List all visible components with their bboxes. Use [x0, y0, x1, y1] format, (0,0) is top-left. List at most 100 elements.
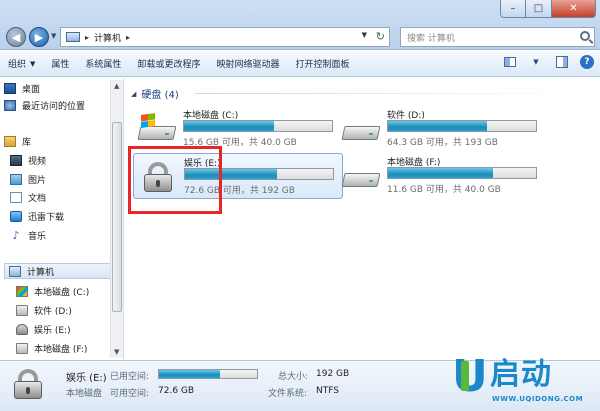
- organize-button[interactable]: 组织 ▼: [0, 53, 43, 75]
- scrollbar-thumb[interactable]: [112, 122, 122, 312]
- library-icon: [4, 135, 16, 147]
- logo-letter: U: [452, 351, 488, 402]
- chevron-down-icon: ▼: [30, 59, 36, 68]
- search-icon[interactable]: [580, 31, 590, 41]
- maximize-button[interactable]: □: [526, 0, 552, 18]
- details-drive-name: 娱乐 (E:): [66, 373, 107, 384]
- nav-recent[interactable]: 最近访问的位置: [4, 97, 85, 113]
- nav-drive-e[interactable]: 娱乐 (E:): [16, 321, 71, 337]
- chevron-down-icon: ▼: [533, 58, 539, 66]
- drive-usage-bar: [183, 120, 333, 132]
- map-drive-label: 映射网络驱动器: [216, 60, 280, 70]
- nav-drive-c-label: 本地磁盘 (C:): [34, 287, 90, 298]
- nav-drive-d-label: 软件 (D:): [34, 306, 72, 317]
- details-total-value: 192 GB: [316, 369, 350, 379]
- drive-usage-bar: [387, 120, 537, 132]
- nav-thunder-label: 迅雷下载: [28, 212, 65, 223]
- help-icon[interactable]: ?: [580, 55, 594, 69]
- nav-music-label: 音乐: [28, 231, 47, 242]
- details-usage-bar: [158, 369, 258, 379]
- search-placeholder: 搜索 计算机: [407, 33, 455, 44]
- close-button[interactable]: ✕: [552, 0, 596, 18]
- hard-drive-icon: [16, 342, 28, 354]
- hard-drive-icon: [341, 114, 381, 144]
- views-dropdown[interactable]: ▼: [528, 54, 544, 70]
- map-drive-button[interactable]: 映射网络驱动器: [208, 53, 287, 75]
- nav-computer-label: 计算机: [27, 267, 55, 278]
- drive-usage-fill: [184, 121, 275, 131]
- nav-drive-d[interactable]: 软件 (D:): [16, 302, 72, 318]
- nav-thunder[interactable]: 迅雷下载: [10, 208, 64, 224]
- system-properties-button[interactable]: 系统属性: [77, 53, 129, 75]
- navigation-scrollbar[interactable]: ▲ ▼: [110, 80, 123, 358]
- thunder-download-icon: [10, 210, 22, 222]
- minimize-button[interactable]: –: [500, 0, 526, 18]
- navigation-pane: 桌面 最近访问的位置 库 视频 图片 文档 迅雷下载 ♪ 音乐 计算机 本地磁盘…: [0, 78, 124, 360]
- command-bar: 组织 ▼ 属性 系统属性 卸载或更改程序 映射网络驱动器 打开控制面板 ▼ ?: [0, 51, 600, 77]
- recent-pages-dropdown-icon[interactable]: ▼: [51, 32, 56, 40]
- refresh-icon[interactable]: ↻: [376, 30, 385, 43]
- details-usage-fill: [159, 370, 220, 378]
- details-free-label: 可用空间:: [110, 389, 150, 399]
- group-header-label: 硬盘 (4): [141, 90, 179, 101]
- nav-libraries[interactable]: 库: [4, 133, 31, 149]
- locked-drive-icon: [10, 367, 46, 405]
- forward-button[interactable]: ▶: [29, 27, 49, 47]
- nav-drive-e-label: 娱乐 (E:): [34, 325, 71, 336]
- search-input[interactable]: 搜索 计算机: [400, 27, 595, 47]
- toolbar-right: ▼ ?: [502, 54, 594, 70]
- uninstall-button[interactable]: 卸载或更改程序: [129, 53, 208, 75]
- address-bar[interactable]: ▸ 计算机 ▸ ▼ ↻: [60, 27, 390, 47]
- drive-usage-fill: [388, 168, 494, 178]
- details-fs-value: NTFS: [316, 386, 339, 396]
- computer-icon: [9, 265, 21, 277]
- nav-drive-c[interactable]: 本地磁盘 (C:): [16, 283, 89, 299]
- nav-videos[interactable]: 视频: [10, 152, 46, 168]
- preview-pane-button[interactable]: [554, 54, 570, 70]
- music-note-icon: ♪: [12, 228, 20, 242]
- nav-recent-label: 最近访问的位置: [22, 101, 86, 112]
- title-bar: – □ ✕ ◀ ▶ ▼ ▸ 计算机 ▸ ▼ ↻ 搜索 计算机: [0, 0, 600, 50]
- preview-pane-icon: [556, 56, 568, 68]
- system-drive-icon: [137, 113, 177, 144]
- nav-pictures[interactable]: 图片: [10, 171, 46, 187]
- hard-drive-icon: [341, 161, 381, 191]
- drive-space-info: 11.6 GB 可用，共 40.0 GB: [387, 185, 501, 195]
- nav-computer[interactable]: 计算机: [4, 263, 112, 279]
- system-properties-label: 系统属性: [85, 60, 122, 70]
- scroll-up-icon[interactable]: ▲: [114, 82, 119, 90]
- window-controls: – □ ✕: [500, 0, 596, 20]
- details-type: 本地磁盘: [66, 389, 103, 399]
- details-free-value: 72.6 GB: [158, 386, 195, 396]
- drive-item-f[interactable]: 本地磁盘 (F:) 11.6 GB 可用，共 40.0 GB: [337, 153, 547, 199]
- breadcrumb-computer[interactable]: 计算机: [94, 31, 121, 44]
- nav-music[interactable]: ♪ 音乐: [10, 227, 46, 243]
- drive-usage-fill: [388, 121, 488, 131]
- drive-item-d[interactable]: 软件 (D:) 64.3 GB 可用，共 193 GB: [337, 106, 547, 152]
- chevron-right-icon[interactable]: ▸: [126, 33, 130, 42]
- scroll-down-icon[interactable]: ▼: [114, 348, 119, 356]
- views-icon: [504, 57, 516, 67]
- uninstall-label: 卸载或更改程序: [137, 60, 201, 70]
- nav-drive-f[interactable]: 本地磁盘 (F:): [16, 340, 87, 356]
- video-icon: [10, 154, 22, 166]
- group-header-hard-disks[interactable]: ◢ 硬盘 (4): [131, 86, 179, 102]
- nav-libraries-label: 库: [22, 137, 32, 148]
- change-view-button[interactable]: [502, 54, 518, 70]
- system-drive-icon: [16, 285, 28, 297]
- nav-documents[interactable]: 文档: [10, 189, 46, 205]
- highlight-annotation: [128, 146, 222, 214]
- properties-button[interactable]: 属性: [43, 53, 77, 75]
- control-panel-button[interactable]: 打开控制面板: [287, 53, 357, 75]
- chevron-down-icon[interactable]: ▼: [362, 31, 367, 39]
- file-list: ◢ 硬盘 (4) 本地磁盘 (C:) 15.6 GB 可用，共 40.0 GB …: [125, 78, 600, 360]
- nav-desktop[interactable]: 桌面: [4, 80, 40, 96]
- picture-icon: [10, 173, 22, 185]
- locked-drive-icon: [16, 323, 28, 335]
- nav-videos-label: 视频: [28, 156, 47, 167]
- nav-drive-f-label: 本地磁盘 (F:): [34, 344, 88, 355]
- nav-pictures-label: 图片: [28, 175, 47, 186]
- collapse-triangle-icon[interactable]: ◢: [131, 90, 136, 98]
- chevron-right-icon[interactable]: ▸: [85, 33, 89, 42]
- back-button[interactable]: ◀: [6, 27, 26, 47]
